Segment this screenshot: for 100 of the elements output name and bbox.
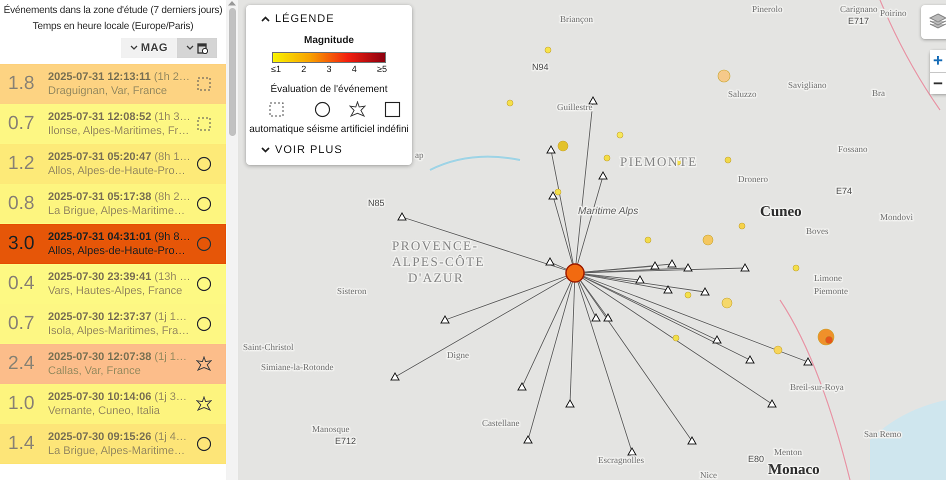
magnitude-title: Magnitude	[303, 35, 355, 46]
event-row[interactable]: 0.4 2025-07-30 23:39:41 (13h … Vars, Hautes-Alpes, France	[0, 264, 226, 304]
event-place: Callas, Var, France	[48, 364, 142, 378]
burst-icon	[196, 396, 212, 412]
magnitude-value: 2.4	[7, 353, 36, 375]
event-place: Vars, Hautes-Alpes, France	[48, 284, 184, 298]
caret-up-icon	[261, 16, 270, 22]
event-row[interactable]: 1.8 2025-07-31 12:13:11 (1h 2… Draguignan, Var, France	[0, 64, 226, 104]
map-town-label: Saluzzo	[728, 89, 756, 99]
event-time: 2025-07-30 10:14:06 (1j 3…	[48, 390, 188, 404]
event-place: Ilonse, Alpes-Maritimes, Fr…	[48, 124, 190, 138]
event-row[interactable]: 0.8 2025-07-31 05:17:38 (8h 2… La Brigue, Alpes-Maritime…	[0, 184, 226, 224]
circle-icon	[314, 101, 331, 118]
burst-icon	[349, 101, 366, 118]
map-region-label: ALPES-CÔTE	[392, 254, 485, 269]
magnitude-value: 1.0	[7, 393, 36, 415]
road-number-label: E80	[748, 454, 764, 464]
event-time: 2025-07-31 12:13:11 (1h 2…	[48, 70, 190, 84]
relief-map-drawing[interactable]	[238, 0, 946, 480]
evaluation-title: Évaluation de l'événement	[270, 84, 388, 95]
magnitude-value: 1.8	[7, 73, 36, 95]
magnitude-value: 0.4	[7, 273, 36, 295]
road-number-label: E74	[836, 186, 852, 196]
map-town-label: Saint-Christol	[243, 342, 294, 352]
road-number-label: N94	[532, 62, 549, 72]
scale-label: 4	[352, 64, 357, 74]
road-number-label: E717	[848, 16, 870, 26]
event-place: Isola, Alpes-Maritimes, Fra…	[48, 324, 190, 338]
event-place: La Brigue, Alpes-Maritime…	[48, 444, 186, 458]
map-city-label: Monaco	[768, 462, 820, 478]
map-region-label: PROVENCE-	[392, 238, 478, 253]
map-town-label: Piemonte	[814, 286, 848, 296]
event-time: 2025-07-31 05:20:47 (8h 1…	[48, 150, 190, 164]
map-town-label: Manosque	[312, 424, 350, 434]
magnitude-value: 1.2	[7, 153, 36, 175]
event-row[interactable]: 1.4 2025-07-30 09:15:26 (1j 4… La Brigue, Alpes-Maritime…	[0, 424, 226, 464]
event-row[interactable]: 0.7 2025-07-31 12:08:52 (1h 3… Ilonse, Alpes-Maritimes, Fr…	[0, 104, 226, 144]
map-region-label: D'AZUR	[408, 270, 464, 285]
circle-icon	[196, 236, 212, 252]
square-icon	[384, 101, 402, 118]
event-row[interactable]: 0.7 2025-07-30 12:37:37 (1j 1… Isola, Alpes-Maritimes, Fra…	[0, 304, 226, 344]
event-time: 2025-07-30 23:39:41 (13h …	[48, 270, 190, 284]
scale-label: 2	[301, 64, 306, 74]
zoom-in-button[interactable]: +	[930, 50, 946, 72]
event-place: Allos, Alpes-de-Haute-Pro…	[48, 164, 187, 178]
scrollbar[interactable]	[226, 0, 238, 480]
dashed-square-icon	[196, 76, 212, 92]
map-town-label: Simiane-la-Rotonde	[261, 362, 334, 372]
evaluation-label: artificiel	[340, 124, 375, 135]
scale-label: ≥5	[377, 64, 387, 74]
event-time: 2025-07-30 09:15:26 (1j 4…	[48, 430, 188, 444]
map-town-label: Castellane	[482, 418, 520, 428]
evaluation-label: indéfini	[377, 124, 409, 135]
event-time: 2025-07-31 04:31:01 (9h 8…	[48, 230, 190, 244]
timezone-note: Temps en heure locale (Europe/Paris)	[32, 20, 194, 34]
road-number-label: E712	[335, 436, 356, 446]
event-time: 2025-07-30 12:37:37 (1j 1…	[48, 310, 188, 324]
dashed-square-icon	[196, 116, 212, 132]
map-town-label: Carignano	[840, 4, 878, 14]
zoom-out-button[interactable]: −	[930, 72, 946, 94]
magnitude-value: 0.7	[7, 313, 36, 335]
magnitude-value: 3.0	[7, 233, 36, 255]
circle-icon	[196, 196, 212, 212]
map-town-label: Pinerolo	[752, 4, 782, 14]
event-row[interactable]: 3.0 2025-07-31 04:31:01 (9h 8… Allos, Alpes-de-Haute-Pro…	[0, 224, 226, 264]
layers-icon	[928, 10, 946, 30]
sort-magnitude-button[interactable]: MAG	[120, 38, 177, 58]
caret-down-icon	[130, 45, 138, 51]
circle-icon	[196, 156, 212, 172]
event-row[interactable]: 1.2 2025-07-31 05:20:47 (8h 1… Allos, Alpes-de-Haute-Pro…	[0, 144, 226, 184]
caret-down-icon	[186, 45, 194, 51]
map-town-label: Briançon	[560, 14, 593, 24]
event-row[interactable]: 2.4 2025-07-30 12:07:38 (1j 1… Callas, Var, France	[0, 344, 226, 384]
map-town-label: Sisteron	[337, 286, 367, 296]
layers-button[interactable]	[921, 5, 946, 39]
event-row[interactable]: 1.0 2025-07-30 10:14:06 (1j 3… Vernante, Cuneo, Italia	[0, 384, 226, 424]
event-place: La Brigue, Alpes-Maritime…	[48, 204, 186, 218]
evaluation-label: automatique	[249, 124, 304, 135]
map-town-label: Limone	[814, 273, 842, 283]
scale-label: 3	[326, 64, 332, 74]
map-town-label: Boves	[806, 226, 828, 236]
event-place: Vernante, Cuneo, Italia	[48, 404, 161, 418]
see-more-toggle[interactable]: VOIR PLUS	[246, 143, 349, 157]
map-town-label: Menton	[774, 447, 802, 457]
event-time: 2025-07-31 12:08:52 (1h 3…	[48, 110, 190, 124]
evaluation-label: séisme	[306, 124, 338, 135]
magnitude-value: 1.4	[7, 433, 36, 455]
event-place: Allos, Alpes-de-Haute-Pro…	[48, 244, 187, 258]
map-town-label: Mondovì	[880, 212, 914, 222]
event-time: 2025-07-31 05:17:38 (8h 2…	[48, 190, 190, 204]
sort-date-button[interactable]	[177, 38, 217, 58]
calendar-clock-icon	[197, 42, 208, 54]
scroll-up-icon[interactable]	[228, 0, 236, 6]
map-town-label: Savigliano	[788, 80, 826, 90]
road-number-label: N85	[368, 198, 385, 208]
epicenter-icon[interactable]	[565, 263, 585, 283]
legend-toggle[interactable]: LÉGENDE	[246, 12, 341, 26]
map-town-label: Dronero	[738, 174, 768, 184]
scale-label: ≤1	[271, 64, 281, 74]
map-town-label: Digne	[447, 350, 469, 360]
